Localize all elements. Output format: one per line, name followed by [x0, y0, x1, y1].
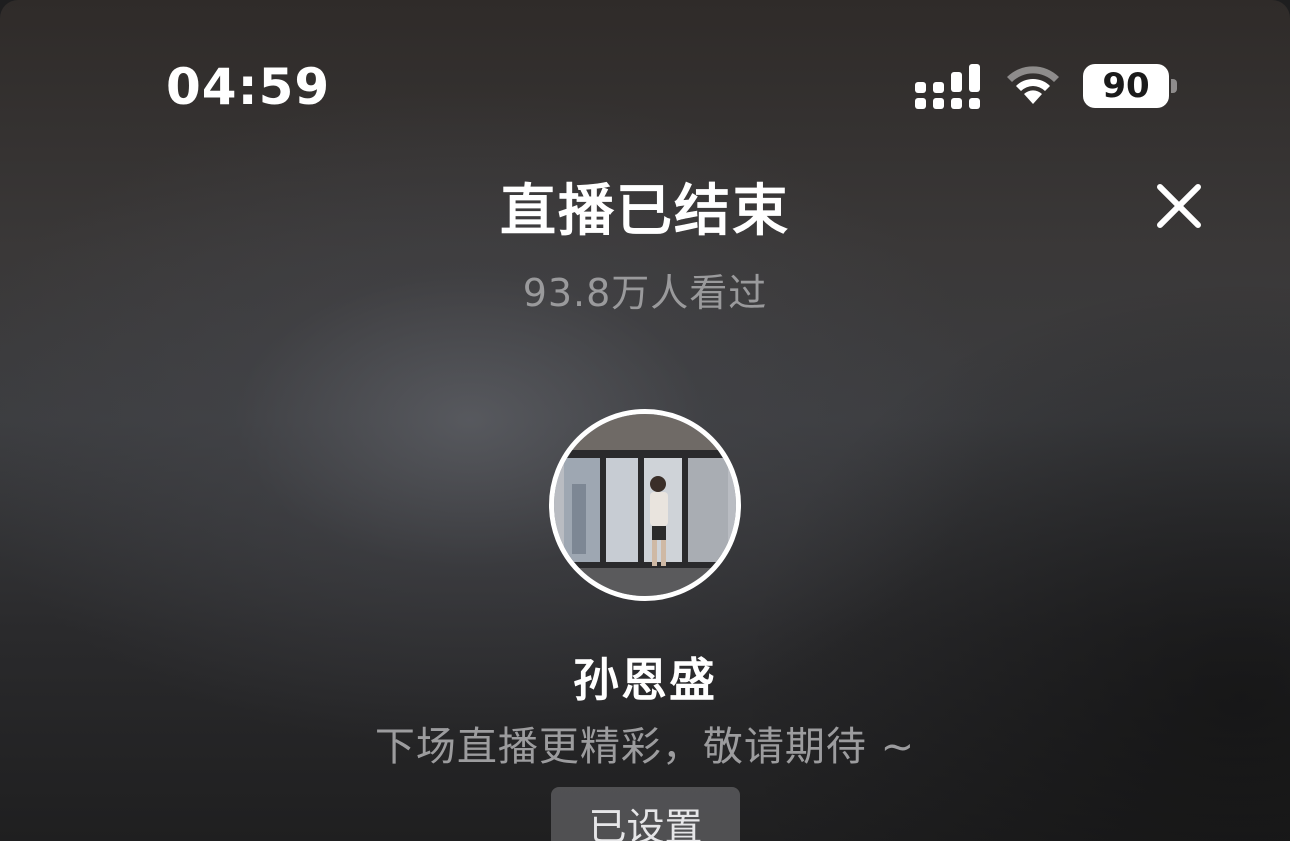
close-icon[interactable] [1150, 177, 1208, 235]
battery-icon: 90 [1083, 64, 1169, 108]
battery-cap [1171, 79, 1177, 93]
live-ended-screen: 04:59 90 直播已结束 93.8万人看过 孙恩盛 下场直播更精彩，敬请期待… [0, 0, 1290, 841]
signal-icon [915, 64, 980, 109]
reminder-set-button[interactable]: 已设置 [551, 787, 740, 841]
status-time: 04:59 [166, 58, 331, 116]
avatar-image [554, 414, 736, 596]
host-avatar[interactable] [549, 409, 741, 601]
viewer-count: 93.8万人看过 [522, 271, 768, 315]
host-name: 孙恩盛 [573, 653, 717, 707]
status-bar: 04:59 90 [0, 0, 1290, 150]
wifi-icon [1007, 66, 1059, 104]
next-live-message: 下场直播更精彩，敬请期待 ~ [374, 724, 916, 770]
page-title: 直播已结束 [500, 179, 790, 244]
